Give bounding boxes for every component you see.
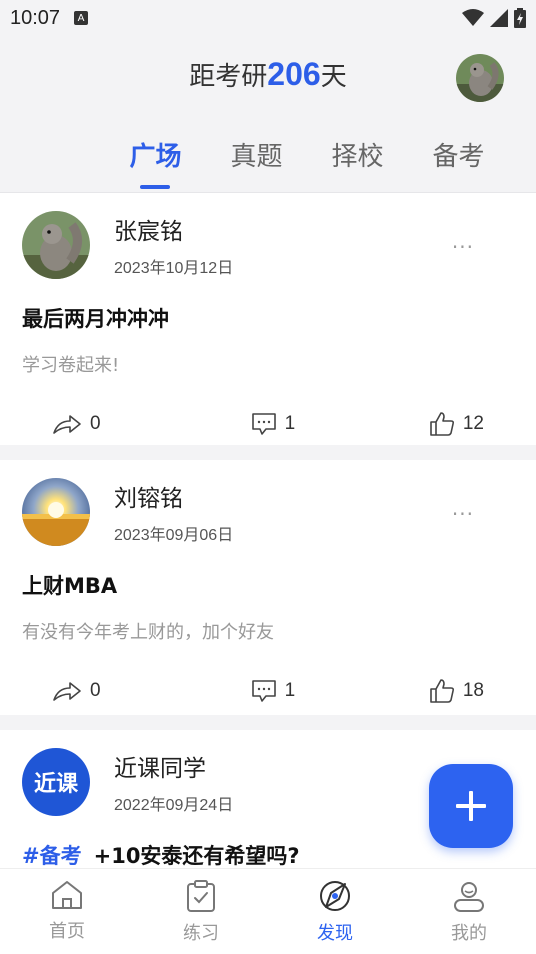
tab-preparation[interactable]: 备考 — [408, 136, 509, 192]
post-title[interactable]: +10安泰还有希望吗? — [94, 844, 300, 868]
author-avatar[interactable] — [22, 211, 90, 279]
more-options-icon[interactable]: ··· — [452, 502, 474, 526]
tab-square[interactable]: 广场 — [105, 136, 206, 192]
compass-icon — [320, 881, 350, 911]
post-actions: 0 1 12 — [22, 389, 514, 459]
comment-button[interactable]: 1 — [251, 412, 296, 436]
nav-practice-label: 练习 — [183, 923, 219, 944]
share-button[interactable]: 0 — [52, 413, 101, 435]
like-count: 12 — [462, 413, 484, 434]
comment-count: 1 — [284, 413, 296, 434]
status-bar: 10:07 A — [0, 0, 536, 36]
post-date: 2023年10月12日 — [114, 260, 234, 277]
author-name[interactable]: 近课同学 — [114, 749, 233, 783]
sunset-field-avatar-icon — [22, 478, 90, 546]
user-icon — [454, 882, 484, 912]
nav-discover-label: 发现 — [317, 923, 353, 944]
share-icon — [53, 682, 81, 701]
tab-school-choice[interactable]: 择校 — [307, 136, 408, 192]
like-button[interactable]: 12 — [429, 411, 484, 437]
profile-avatar[interactable] — [456, 54, 504, 102]
tab-bar: 广场 真题 择校 备考 — [105, 136, 515, 192]
status-icons — [462, 8, 526, 28]
thumbs-up-icon — [430, 412, 454, 436]
tab-past-papers[interactable]: 真题 — [206, 136, 307, 192]
comment-icon — [251, 680, 276, 702]
share-icon — [53, 415, 81, 434]
clipboard-check-icon — [187, 880, 215, 912]
post-title[interactable]: 上财MBA — [22, 570, 514, 600]
nav-home[interactable]: 首页 — [0, 869, 134, 954]
wifi-icon — [462, 9, 484, 26]
thumbs-up-icon — [430, 679, 454, 703]
squirrel-avatar-icon — [22, 211, 90, 279]
create-post-button[interactable] — [429, 764, 513, 848]
battery-icon — [514, 8, 526, 28]
countdown-days: 206 — [267, 56, 321, 92]
countdown-suffix: 天 — [320, 62, 347, 92]
header: 距考研206天 广场 真题 择校 备考 — [0, 36, 536, 192]
share-button[interactable]: 0 — [52, 680, 101, 702]
squirrel-avatar-icon — [456, 54, 504, 102]
comment-icon — [251, 413, 276, 435]
share-count: 0 — [90, 680, 101, 701]
comment-button[interactable]: 1 — [251, 679, 296, 703]
author-avatar[interactable] — [22, 478, 90, 546]
post-date: 2022年09月24日 — [114, 797, 234, 814]
like-button[interactable]: 18 — [429, 678, 484, 704]
share-count: 0 — [90, 413, 101, 434]
post-card[interactable]: 张宸铭 2023年10月12日 ··· 最后两月冲冲冲 学习卷起来! 0 1 1… — [0, 193, 536, 445]
home-icon — [52, 881, 82, 909]
status-time: 10:07 — [10, 6, 61, 29]
more-options-icon[interactable]: ··· — [452, 235, 474, 259]
brand-logo-text: 近课 — [33, 772, 78, 797]
countdown-prefix: 距考研 — [189, 62, 268, 92]
author-name[interactable]: 张宸铭 — [114, 212, 233, 246]
like-count: 18 — [462, 680, 484, 701]
post-body[interactable]: 有没有今年考上财的，加个好友 — [22, 618, 514, 644]
nav-home-label: 首页 — [49, 921, 85, 942]
nav-practice[interactable]: 练习 — [134, 869, 268, 954]
nav-profile-label: 我的 — [451, 923, 487, 944]
plus-icon — [456, 791, 486, 821]
post-actions: 0 1 18 — [22, 656, 514, 726]
topic-tag[interactable]: #备考 — [22, 844, 82, 868]
post-date: 2023年09月06日 — [114, 527, 234, 544]
author-avatar[interactable]: 近课 — [22, 748, 90, 816]
post-card[interactable]: 刘镕铭 2023年09月06日 ··· 上财MBA 有没有今年考上财的，加个好友… — [0, 460, 536, 715]
notification-icon: A — [74, 11, 89, 25]
cellular-icon — [490, 9, 508, 27]
bottom-nav: 首页 练习 发现 我的 — [0, 868, 536, 954]
comment-count: 1 — [284, 680, 296, 701]
nav-discover[interactable]: 发现 — [268, 869, 402, 954]
nav-profile[interactable]: 我的 — [402, 869, 536, 954]
post-title[interactable]: 最后两月冲冲冲 — [22, 303, 514, 333]
post-body[interactable]: 学习卷起来! — [22, 351, 514, 377]
author-name[interactable]: 刘镕铭 — [114, 479, 233, 513]
